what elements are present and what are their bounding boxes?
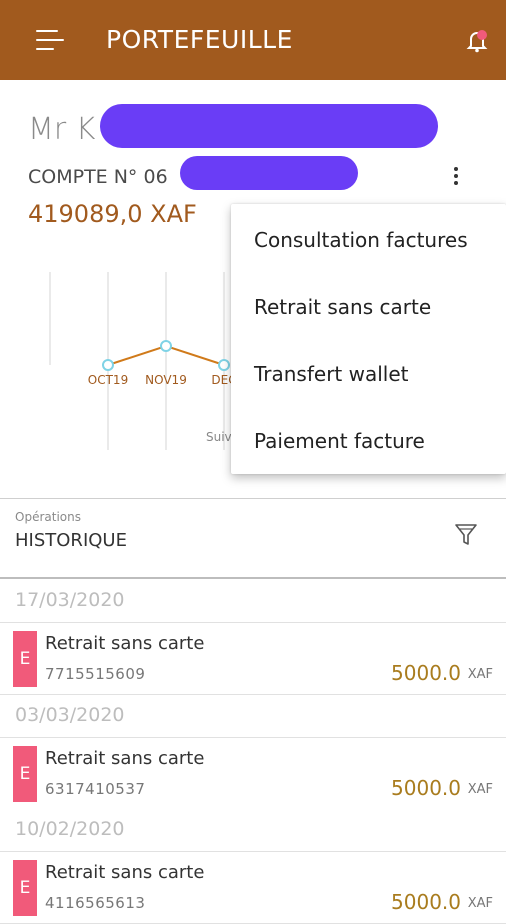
operation-name: Retrait sans carte xyxy=(45,862,205,883)
operation-amount: 5000.0 xyxy=(391,890,461,914)
account-balance: 419089,0 XAF xyxy=(28,200,197,228)
chart-tick-label: OCT19 xyxy=(88,373,128,387)
app-bar: PORTEFEUILLE xyxy=(0,0,506,80)
operation-amount: 5000.0 xyxy=(391,661,461,685)
operation-type-badge: E xyxy=(13,631,37,687)
operation-type-badge: E xyxy=(13,860,37,916)
menu-item-retrait-sans-carte[interactable]: Retrait sans carte xyxy=(254,295,431,319)
operation-reference: 6317410537 xyxy=(45,780,146,798)
operation-reference: 4116565613 xyxy=(45,894,146,912)
divider xyxy=(0,577,506,579)
operation-name: Retrait sans carte xyxy=(45,748,205,769)
hamburger-icon[interactable] xyxy=(36,30,66,52)
operation-currency: XAF xyxy=(467,667,493,682)
date-label: 03/03/2020 xyxy=(15,704,125,726)
menu-item-paiement-facture[interactable]: Paiement facture xyxy=(254,429,425,453)
notification-bell-icon[interactable] xyxy=(463,26,491,54)
list-item[interactable]: E Retrait sans carte 4116565613 5000.0 X… xyxy=(0,852,506,924)
menu-item-consultation-factures[interactable]: Consultation factures xyxy=(254,228,468,252)
balance-chart-plot: OCT19 NOV19 DEC xyxy=(49,272,237,455)
date-label: 17/03/2020 xyxy=(15,589,125,611)
list-item[interactable]: E Retrait sans carte 6317410537 5000.0 X… xyxy=(0,738,506,810)
more-vertical-icon[interactable] xyxy=(446,164,466,190)
redaction-mark xyxy=(180,156,358,190)
operation-amount: 5000.0 xyxy=(391,776,461,800)
menu-item-transfert-wallet[interactable]: Transfert wallet xyxy=(254,362,409,386)
history-list: 17/03/2020 E Retrait sans carte 77155156… xyxy=(0,580,506,924)
operation-currency: XAF xyxy=(467,896,493,911)
operations-label: Opérations xyxy=(15,510,81,524)
overflow-menu: Consultation factures Retrait sans carte… xyxy=(231,204,506,474)
history-title: HISTORIQUE xyxy=(15,530,127,551)
date-label: 10/02/2020 xyxy=(15,818,125,840)
balance-chart: OCT19 NOV19 DEC xyxy=(0,270,240,455)
redaction-mark xyxy=(100,104,438,148)
account-number: COMPTE N° 06 xyxy=(28,166,168,188)
date-header: 03/03/2020 xyxy=(0,695,506,738)
list-item[interactable]: E Retrait sans carte 7715515609 5000.0 X… xyxy=(0,623,506,695)
divider xyxy=(0,498,506,499)
filter-funnel-icon[interactable] xyxy=(454,522,478,548)
chart-point xyxy=(160,340,172,352)
page-title: PORTEFEUILLE xyxy=(106,25,293,54)
chart-tick-label: NOV19 xyxy=(145,373,187,387)
operation-type-badge: E xyxy=(13,746,37,802)
date-header: 17/03/2020 xyxy=(0,580,506,623)
operation-name: Retrait sans carte xyxy=(45,633,205,654)
chart-caption: Suiv xyxy=(206,430,232,444)
operation-currency: XAF xyxy=(467,782,493,797)
chart-point xyxy=(218,359,230,371)
operation-reference: 7715515609 xyxy=(45,665,146,683)
chart-point xyxy=(102,359,114,371)
account-owner-name: Mr K xyxy=(28,112,96,147)
date-header: 10/02/2020 xyxy=(0,809,506,852)
